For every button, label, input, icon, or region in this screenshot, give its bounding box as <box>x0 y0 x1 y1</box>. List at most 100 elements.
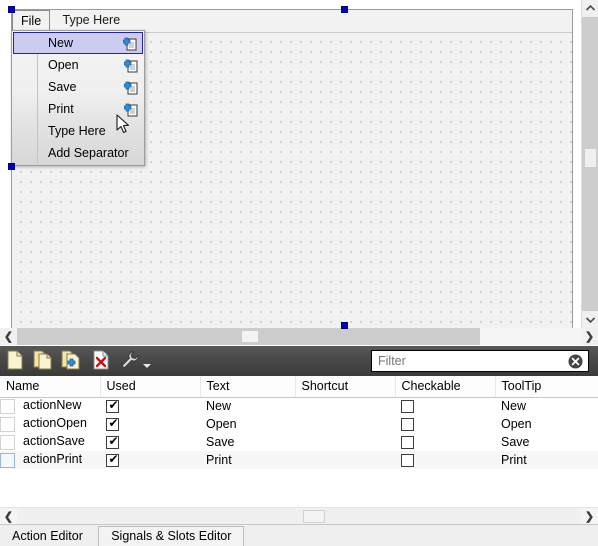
menu-item-open[interactable]: Open <box>13 54 143 76</box>
action-icon-placeholder[interactable] <box>0 452 15 468</box>
column-header-checkable[interactable]: Checkable <box>395 376 496 398</box>
copy-file-icon <box>33 350 53 373</box>
cell-text[interactable]: Save <box>200 433 295 451</box>
checkable-checkbox[interactable] <box>401 454 414 468</box>
column-header-shortcut[interactable]: Shortcut <box>295 376 396 398</box>
cell-used[interactable] <box>100 415 200 433</box>
action-editor-toolbar <box>0 346 598 376</box>
new-action-icon <box>123 58 138 73</box>
cell-text[interactable]: New <box>200 397 295 415</box>
cell-tooltip[interactable]: Save <box>495 433 598 451</box>
checkable-checkbox[interactable] <box>401 436 414 450</box>
table-row[interactable]: actionOpen Open Open <box>0 415 598 433</box>
cell-name[interactable]: actionPrint <box>0 451 100 469</box>
cell-name-label: actionNew <box>23 398 82 413</box>
menu-item-save[interactable]: Save <box>13 76 143 98</box>
cell-text[interactable]: Print <box>200 451 295 469</box>
cell-name-label: actionOpen <box>23 416 87 431</box>
action-editor-table[interactable]: Name Used Text Shortcut Checkable ToolTi… <box>0 376 598 507</box>
table-row[interactable]: actionPrint Print Print <box>0 451 598 469</box>
menu-item-print-label: Print <box>48 102 74 116</box>
action-icon-placeholder[interactable] <box>0 434 15 450</box>
vscroll-up-arrow[interactable] <box>582 0 598 17</box>
edit-file-icon <box>61 350 81 373</box>
selection-handle-top-center[interactable] <box>341 6 348 13</box>
cell-tooltip[interactable]: Open <box>495 415 598 433</box>
designer-vertical-scrollbar[interactable] <box>581 0 598 328</box>
bottom-hscroll-right-arrow[interactable]: ❯ <box>581 508 598 525</box>
cell-used[interactable] <box>100 397 200 415</box>
used-checkbox[interactable] <box>106 416 120 432</box>
vscroll-down-arrow[interactable] <box>582 311 598 328</box>
menu-item-new[interactable]: New <box>13 32 143 54</box>
cell-tooltip[interactable]: Print <box>495 451 598 469</box>
checkable-checkbox[interactable] <box>401 400 414 414</box>
action-icon-placeholder[interactable] <box>0 416 15 432</box>
table-header-row: Name Used Text Shortcut Checkable ToolTi… <box>0 376 598 398</box>
table-row[interactable]: actionSave Save Save <box>0 433 598 451</box>
tab-action-editor[interactable]: Action Editor <box>0 525 95 546</box>
checkable-checkbox[interactable] <box>401 418 414 432</box>
menu-item-add-separator[interactable]: Add Separator <box>13 142 143 164</box>
selection-handle-mid-left[interactable] <box>8 163 15 170</box>
bottom-hscroll-thumb[interactable] <box>303 510 325 523</box>
bottom-hscroll-left-arrow[interactable]: ❮ <box>0 508 17 525</box>
edit-action-button[interactable] <box>58 349 84 373</box>
cell-name-label: actionSave <box>23 434 85 449</box>
vscroll-thumb[interactable] <box>584 148 597 168</box>
new-action-button[interactable] <box>2 349 28 373</box>
hscroll-thumb[interactable] <box>241 330 259 343</box>
filter-input[interactable] <box>372 351 588 371</box>
view-options-button[interactable] <box>118 349 152 373</box>
new-file-icon <box>6 350 24 373</box>
delete-action-button[interactable] <box>88 349 114 373</box>
filter-field-wrapper[interactable] <box>371 350 589 372</box>
cell-shortcut[interactable] <box>295 415 395 433</box>
cell-used[interactable] <box>100 451 200 469</box>
tab-signals-slots-editor[interactable]: Signals & Slots Editor <box>98 526 245 546</box>
column-header-name[interactable]: Name <box>0 376 101 398</box>
designer-canvas-area: File Type Here New Open Save Print Type … <box>0 0 598 345</box>
menubar-item-type-here[interactable]: Type Here <box>54 10 130 31</box>
used-checkbox[interactable] <box>106 434 120 450</box>
designer-horizontal-scrollbar[interactable]: ❮ ❯ <box>0 328 598 345</box>
chevron-down-icon <box>142 358 151 372</box>
copy-action-button[interactable] <box>30 349 56 373</box>
menu-item-add-separator-label: Add Separator <box>48 146 129 160</box>
menu-item-type-here-label: Type Here <box>48 124 106 138</box>
cell-checkable[interactable] <box>395 433 495 451</box>
used-checkbox[interactable] <box>106 398 120 414</box>
selection-handle-bottom-center[interactable] <box>341 322 348 329</box>
selection-handle-top-left[interactable] <box>8 6 15 13</box>
column-header-text[interactable]: Text <box>200 376 296 398</box>
clear-filter-icon[interactable] <box>568 354 583 369</box>
cell-checkable[interactable] <box>395 451 495 469</box>
hscroll-track[interactable] <box>17 328 581 345</box>
cell-tooltip[interactable]: New <box>495 397 598 415</box>
qt-designer-window: File Type Here New Open Save Print Type … <box>0 0 598 546</box>
file-menu-popup[interactable]: New Open Save Print Type Here Add Separa… <box>11 30 145 166</box>
action-icon-placeholder[interactable] <box>0 398 15 414</box>
bottom-hscroll-track[interactable] <box>17 508 581 525</box>
table-horizontal-scrollbar[interactable]: ❮ ❯ <box>0 507 598 525</box>
bottom-tab-bar: Action Editor Signals & Slots Editor <box>0 524 598 546</box>
hscroll-right-arrow[interactable]: ❯ <box>581 328 598 345</box>
used-checkbox[interactable] <box>106 452 120 468</box>
hscroll-left-arrow[interactable]: ❮ <box>0 328 17 345</box>
cell-checkable[interactable] <box>395 415 495 433</box>
cell-text[interactable]: Open <box>200 415 295 433</box>
cell-name[interactable]: actionNew <box>0 397 100 415</box>
cell-name[interactable]: actionSave <box>0 433 100 451</box>
wrench-icon <box>120 350 142 373</box>
column-header-tooltip[interactable]: ToolTip <box>495 376 598 398</box>
cell-shortcut[interactable] <box>295 397 395 415</box>
cell-shortcut[interactable] <box>295 451 395 469</box>
cell-used[interactable] <box>100 433 200 451</box>
cell-checkable[interactable] <box>395 397 495 415</box>
table-row[interactable]: actionNew New New <box>0 397 598 415</box>
menu-item-open-label: Open <box>48 58 79 72</box>
menu-item-save-label: Save <box>48 80 77 94</box>
cell-shortcut[interactable] <box>295 433 395 451</box>
cell-name[interactable]: actionOpen <box>0 415 100 433</box>
column-header-used[interactable]: Used <box>100 376 201 398</box>
